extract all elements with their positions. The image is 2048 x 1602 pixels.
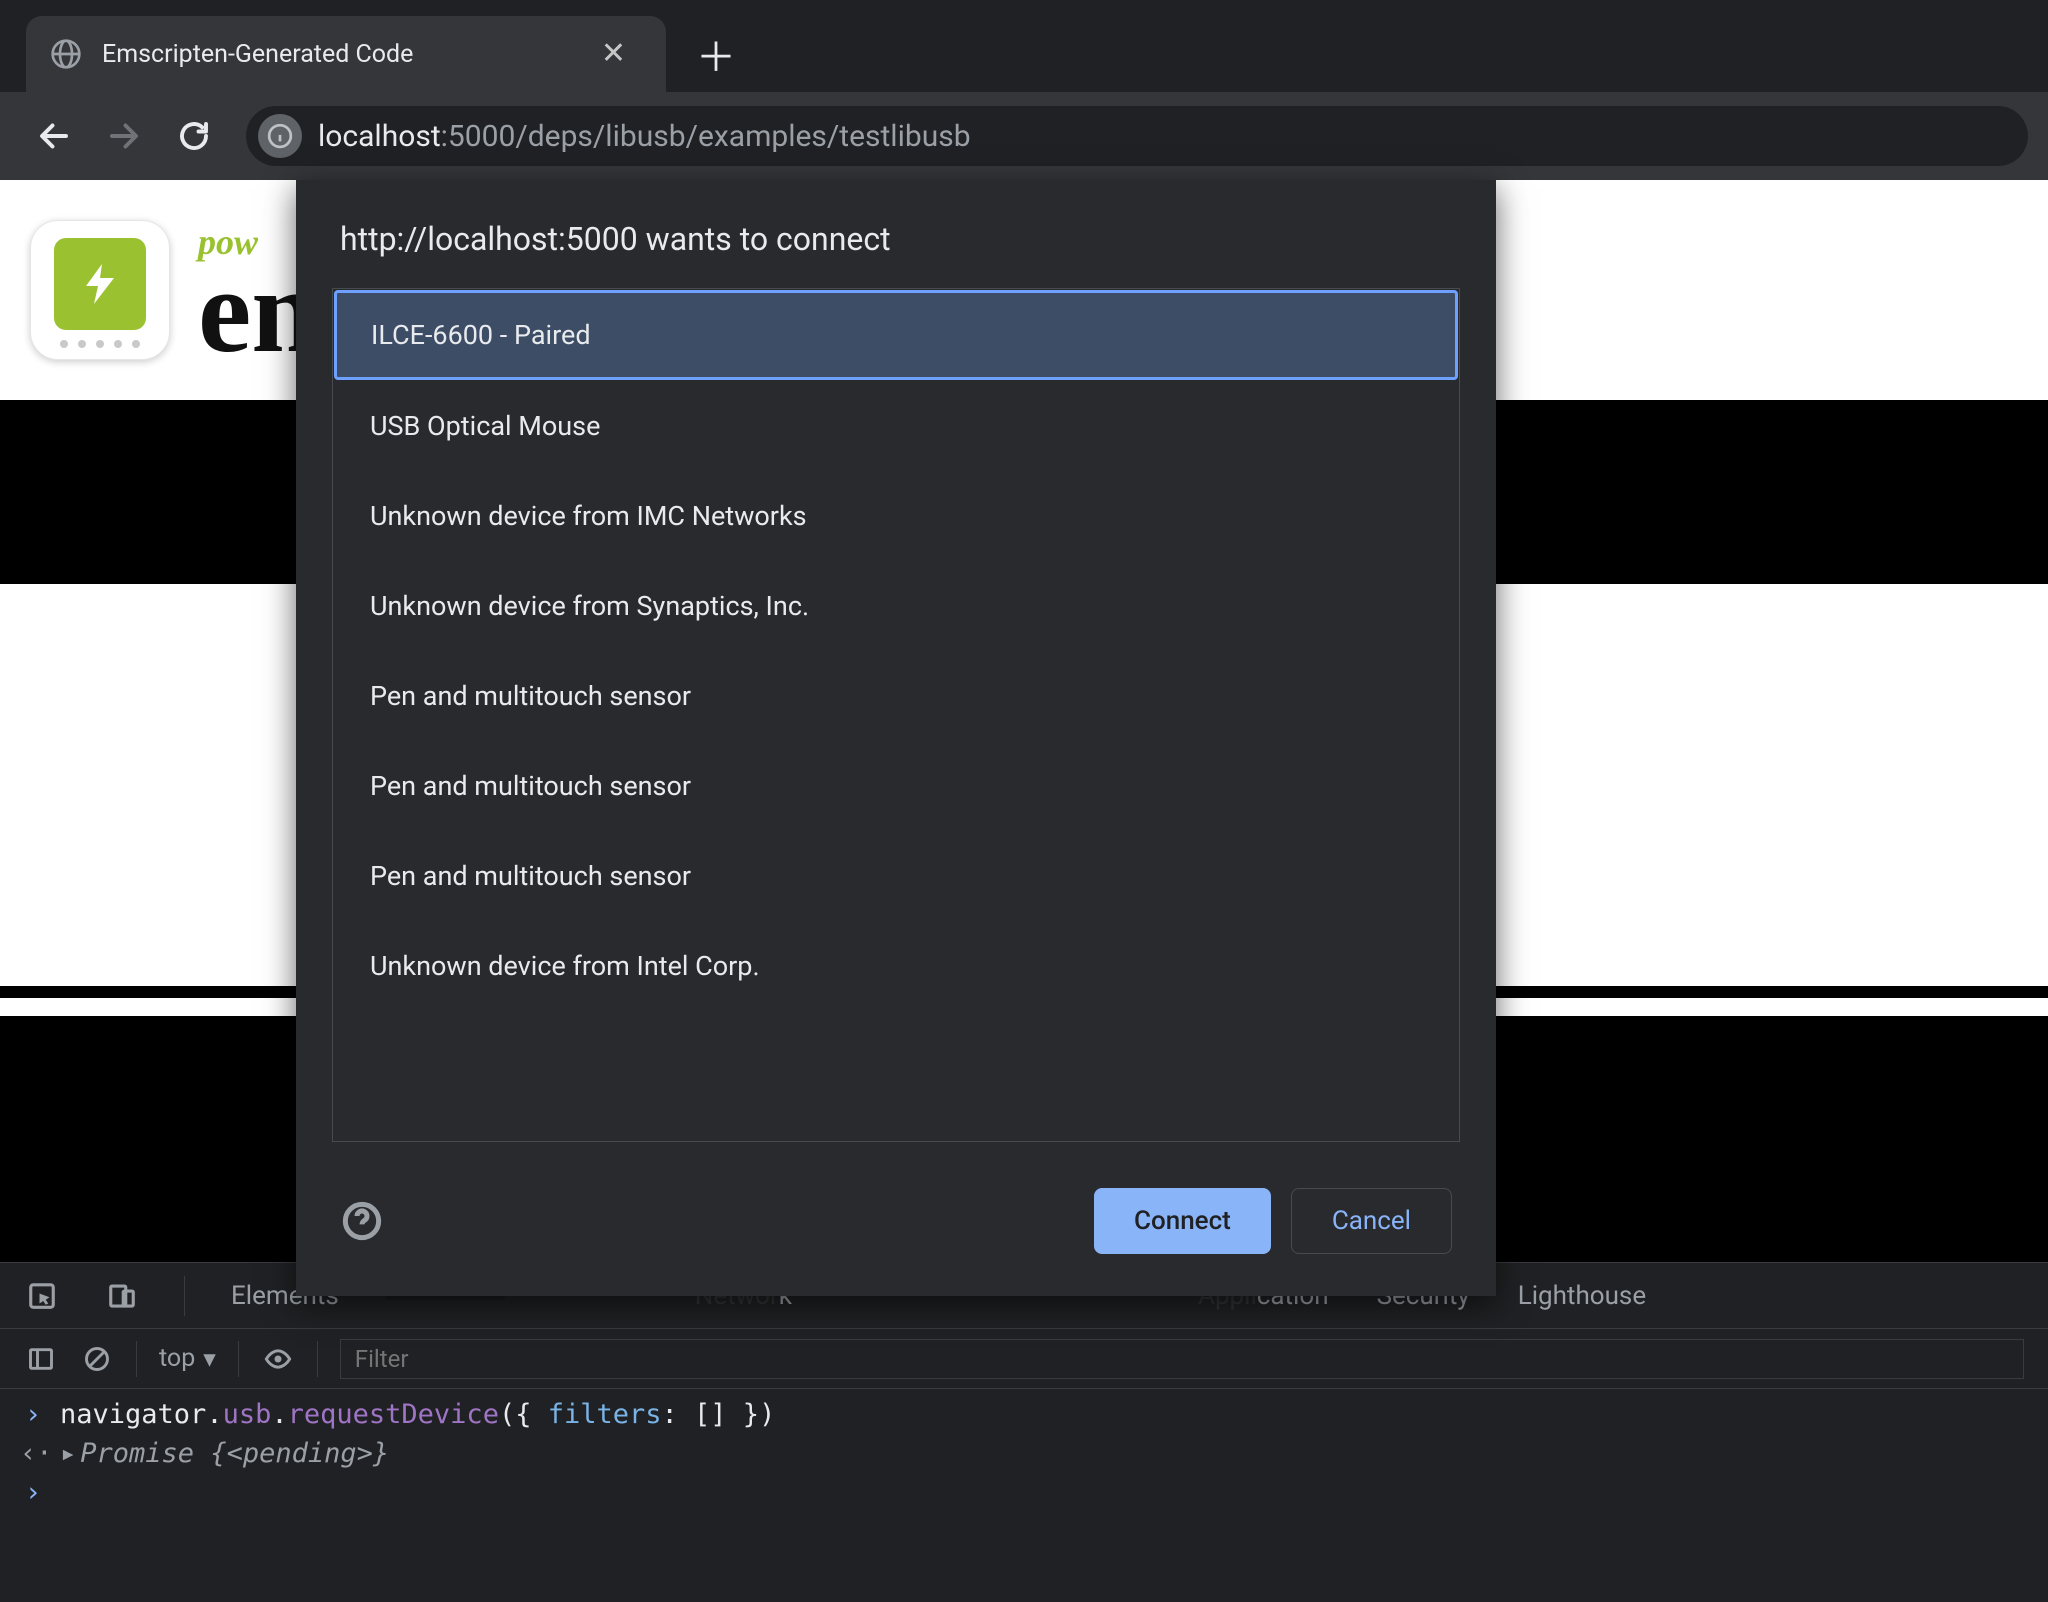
device-item[interactable]: ILCE-6600 - Paired (334, 290, 1458, 380)
usb-permission-dialog: http://localhost:5000 wants to connect I… (296, 180, 1496, 1296)
address-bar[interactable]: localhost:5000/deps/libusb/examples/test… (246, 106, 2028, 166)
new-tab-button[interactable]: ＋ (688, 26, 744, 82)
console-output[interactable]: › navigator.usb.requestDevice({ filters:… (0, 1389, 2048, 1602)
device-item[interactable]: Unknown device from Synaptics, Inc. (333, 561, 1459, 651)
inspect-element-icon[interactable] (24, 1278, 60, 1314)
device-list[interactable]: ILCE-6600 - PairedUSB Optical MouseUnkno… (332, 288, 1460, 1142)
device-item[interactable]: Pen and multitouch sensor (333, 741, 1459, 831)
forward-button[interactable] (96, 108, 152, 164)
url-text: localhost:5000/deps/libusb/examples/test… (318, 119, 971, 154)
device-item[interactable]: Unknown device from IMC Networks (333, 471, 1459, 561)
clear-console-icon[interactable] (80, 1342, 114, 1376)
reload-button[interactable] (166, 108, 222, 164)
console-toolbar: top▾ (0, 1329, 2048, 1389)
console-input-line: › navigator.usb.requestDevice({ filters:… (0, 1395, 2048, 1434)
devtools-panel: Elements Network Application Security Li… (0, 1262, 2048, 1602)
device-toolbar-icon[interactable] (104, 1278, 140, 1314)
emscripten-logo-icon (30, 220, 170, 360)
tab-strip: Emscripten-Generated Code ✕ ＋ (0, 0, 2048, 92)
globe-icon (50, 38, 82, 70)
device-item[interactable]: Unknown device from Intel Corp. (333, 921, 1459, 1011)
tab-title: Emscripten-Generated Code (102, 40, 571, 69)
cancel-button[interactable]: Cancel (1291, 1188, 1452, 1254)
browser-toolbar: localhost:5000/deps/libusb/examples/test… (0, 92, 2048, 180)
devtools-tab-lighthouse[interactable]: Lighthouse (1516, 1277, 1648, 1315)
back-button[interactable] (26, 108, 82, 164)
context-selector[interactable]: top▾ (159, 1344, 216, 1374)
browser-tab[interactable]: Emscripten-Generated Code ✕ (26, 16, 666, 92)
console-sidebar-toggle-icon[interactable] (24, 1342, 58, 1376)
connect-button[interactable]: Connect (1094, 1188, 1271, 1254)
live-expression-icon[interactable] (261, 1342, 295, 1376)
device-item[interactable]: Pen and multitouch sensor (333, 651, 1459, 741)
console-output-line: ‹· ▸Promise {<pending>} (0, 1434, 2048, 1473)
console-filter-input[interactable] (340, 1339, 2024, 1379)
help-icon[interactable] (340, 1199, 384, 1243)
dialog-title: http://localhost:5000 wants to connect (296, 180, 1496, 288)
site-info-icon[interactable] (258, 114, 302, 158)
close-tab-button[interactable]: ✕ (591, 33, 636, 75)
console-prompt[interactable]: › (0, 1473, 2048, 1512)
dialog-footer: Connect Cancel (296, 1142, 1496, 1272)
device-item[interactable]: Pen and multitouch sensor (333, 831, 1459, 921)
device-item[interactable]: USB Optical Mouse (333, 381, 1459, 471)
